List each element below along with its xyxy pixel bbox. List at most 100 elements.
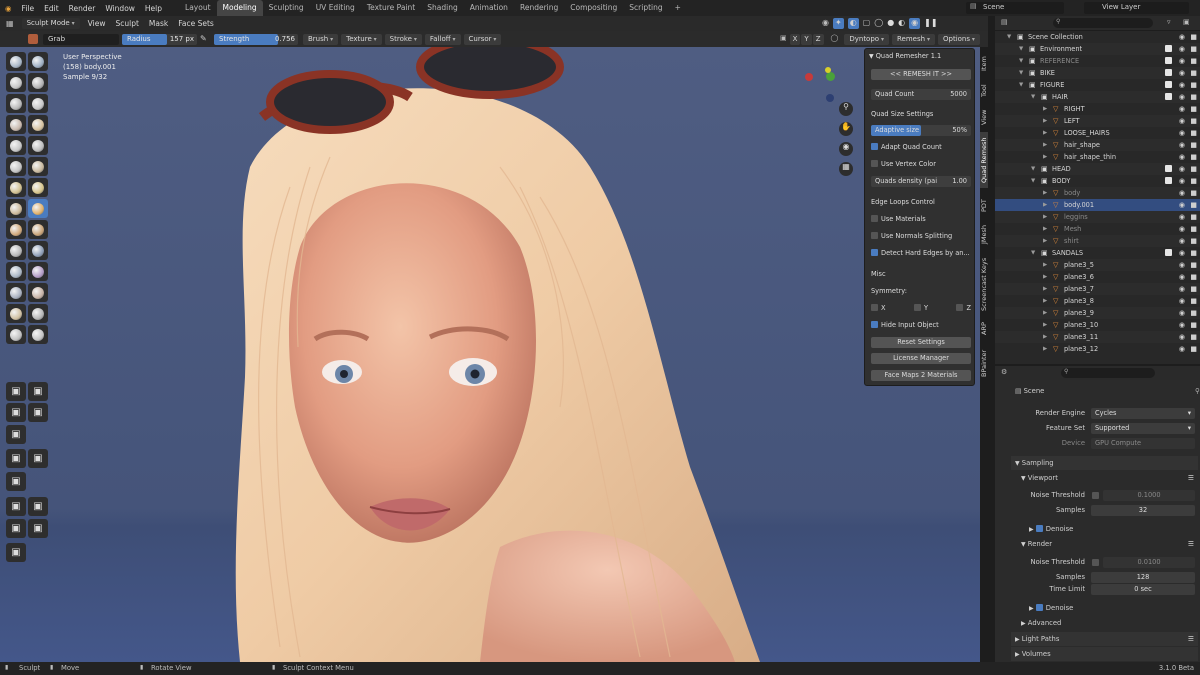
render-camera-icon[interactable]: ■ [1190, 43, 1197, 55]
menu-mask[interactable]: Mask [144, 19, 173, 28]
viewport-denoise-row[interactable]: ▶ Denoise [1029, 522, 1200, 536]
tab-shading[interactable]: Shading [421, 0, 463, 16]
render-camera-icon[interactable]: ■ [1190, 151, 1197, 163]
render-camera-icon[interactable]: ■ [1190, 163, 1197, 175]
remesh-dropdown[interactable]: Remesh [892, 34, 935, 45]
expand-arrow-icon[interactable]: ▶ [1043, 319, 1047, 331]
sampling-section-header[interactable]: ▼ Sampling [1011, 456, 1198, 470]
sidebar-tab-item[interactable]: Item [980, 52, 988, 76]
mesh-filter-tool-button[interactable]: ▣ [6, 425, 26, 444]
slide-relax-tool-button[interactable] [6, 283, 26, 302]
expand-arrow-icon[interactable]: ▶ [1043, 187, 1047, 199]
outliner-row[interactable]: ▼ ▣ REFERENCE ◉ ■ [995, 55, 1200, 67]
outliner-row[interactable]: ▶ ▽ leggins ◉ ■ [995, 211, 1200, 223]
include-checkbox[interactable] [1165, 45, 1172, 52]
gizmo-yellow-axis-icon[interactable] [825, 67, 831, 73]
crease-tool-button[interactable] [6, 136, 26, 155]
render-camera-icon[interactable]: ■ [1190, 331, 1197, 343]
pause-icon[interactable]: ❚❚ [924, 18, 937, 29]
dyntopo-dropdown[interactable]: Dyntopo [844, 34, 889, 45]
visibility-eye-icon[interactable]: ◉ [1179, 319, 1185, 331]
cursor-dropdown[interactable]: Cursor [463, 34, 502, 45]
outliner-row[interactable]: ▶ ▽ plane3_5 ◉ ■ [995, 259, 1200, 271]
render-camera-icon[interactable]: ■ [1190, 199, 1197, 211]
transform-tool-button[interactable]: ▣ [28, 519, 48, 538]
render-camera-icon[interactable]: ■ [1190, 115, 1197, 127]
add-workspace-button[interactable]: + [669, 0, 687, 16]
include-checkbox[interactable] [1165, 117, 1172, 124]
lock-icon[interactable]: ◯ [831, 34, 839, 45]
box-mask-tool-button[interactable]: ▣ [6, 382, 26, 401]
license-manager-button[interactable]: License Manager [871, 353, 971, 364]
render-camera-icon[interactable]: ■ [1190, 235, 1197, 247]
blender-logo-icon[interactable]: ◉ [0, 4, 17, 13]
menu-help[interactable]: Help [140, 4, 167, 13]
render-camera-icon[interactable]: ■ [1190, 91, 1197, 103]
include-checkbox[interactable] [1165, 261, 1172, 268]
visibility-eye-icon[interactable]: ◉ [1179, 223, 1185, 235]
visibility-eye-icon[interactable]: ◉ [1179, 43, 1185, 55]
render-denoise-row[interactable]: ▶ Denoise [1029, 601, 1200, 615]
render-camera-icon[interactable]: ■ [1190, 127, 1197, 139]
include-checkbox[interactable] [1165, 177, 1172, 184]
menu-render[interactable]: Render [64, 4, 101, 13]
tab-uv-editing[interactable]: UV Editing [310, 0, 361, 16]
falloff-dropdown[interactable]: Falloff [424, 34, 461, 45]
inflate-tool-button[interactable] [6, 115, 26, 134]
expand-arrow-icon[interactable]: ▶ [1043, 127, 1047, 139]
include-checkbox[interactable] [1165, 333, 1172, 340]
clay-thumb-tool-button[interactable] [6, 94, 26, 113]
lasso-trim-tool-button[interactable]: ▣ [28, 403, 48, 422]
outliner-row[interactable]: ▶ ▽ plane3_10 ◉ ■ [995, 319, 1200, 331]
list-icon[interactable]: ☰ [1188, 471, 1194, 485]
volumes-section-header[interactable]: ▶ Volumes [1011, 647, 1198, 661]
expand-arrow-icon[interactable]: ▶ [1043, 115, 1047, 127]
simplify-tool-button[interactable] [28, 304, 48, 323]
visibility-eye-icon[interactable]: ◉ [1179, 259, 1185, 271]
render-noise-threshold-field[interactable]: 0.0100 [1103, 557, 1195, 568]
menu-view[interactable]: View [83, 19, 111, 28]
gizmo-blue-axis-icon[interactable] [826, 94, 834, 102]
gizmo-green-axis-icon[interactable] [826, 72, 835, 81]
expand-arrow-icon[interactable]: ▶ [1043, 271, 1047, 283]
lasso-mask-tool-button[interactable]: ▣ [28, 382, 48, 401]
expand-arrow-icon[interactable]: ▶ [1043, 331, 1047, 343]
viewport-samples-field[interactable]: 32 [1091, 505, 1195, 516]
tab-scripting[interactable]: Scripting [623, 0, 668, 16]
draw-face-sets-tool-button[interactable] [28, 325, 48, 344]
render-camera-icon[interactable]: ■ [1190, 307, 1197, 319]
outliner-row[interactable]: ▶ ▽ plane3_6 ◉ ■ [995, 271, 1200, 283]
material-shading-icon[interactable]: ◐ [898, 18, 905, 29]
render-camera-icon[interactable]: ■ [1190, 31, 1197, 43]
layer-tool-button[interactable] [28, 94, 48, 113]
sidebar-tab-arp[interactable]: ARP [980, 318, 988, 340]
use-vertex-color-checkbox[interactable]: Use Vertex Color [871, 160, 971, 168]
outliner-type-icon[interactable]: ▤ [1001, 18, 1008, 26]
pan-hand-icon[interactable]: ✋ [839, 122, 853, 136]
visibility-eye-icon[interactable]: ◉ [1179, 343, 1185, 355]
tab-layout[interactable]: Layout [179, 0, 217, 16]
pin-icon[interactable]: ⚲ [1195, 384, 1200, 398]
new-collection-icon[interactable]: ▣ [1183, 18, 1190, 26]
advanced-section-header[interactable]: ▶ Advanced [1021, 616, 1200, 630]
tab-rendering[interactable]: Rendering [514, 0, 564, 16]
light-paths-section-header[interactable]: ▶ Light Paths ☰ [1011, 632, 1198, 646]
expand-arrow-icon[interactable]: ▶ [1043, 199, 1047, 211]
visibility-eye-icon[interactable]: ◉ [1179, 187, 1185, 199]
thumb-tool-button[interactable] [6, 241, 26, 260]
render-camera-icon[interactable]: ■ [1190, 223, 1197, 235]
annotate-tool-button[interactable]: ▣ [6, 472, 26, 491]
hide-input-object-checkbox[interactable]: Hide Input Object [871, 321, 971, 329]
fill-tool-button[interactable] [28, 157, 48, 176]
mode-selector[interactable]: Sculpt Mode [21, 18, 80, 29]
expand-arrow-icon[interactable]: ▼ [1007, 31, 1011, 43]
grab-tool-button[interactable] [28, 199, 48, 218]
flatten-tool-button[interactable] [6, 157, 26, 176]
properties-search-input[interactable]: ⚲ [1061, 368, 1155, 378]
scrape-tool-button[interactable] [6, 178, 26, 197]
outliner-row[interactable]: ▶ ▽ plane3_9 ◉ ■ [995, 307, 1200, 319]
device-dropdown[interactable]: GPU Compute [1091, 438, 1195, 449]
boundary-tool-button[interactable] [28, 283, 48, 302]
include-checkbox[interactable] [1165, 189, 1172, 196]
pose-tool-button[interactable] [28, 241, 48, 260]
